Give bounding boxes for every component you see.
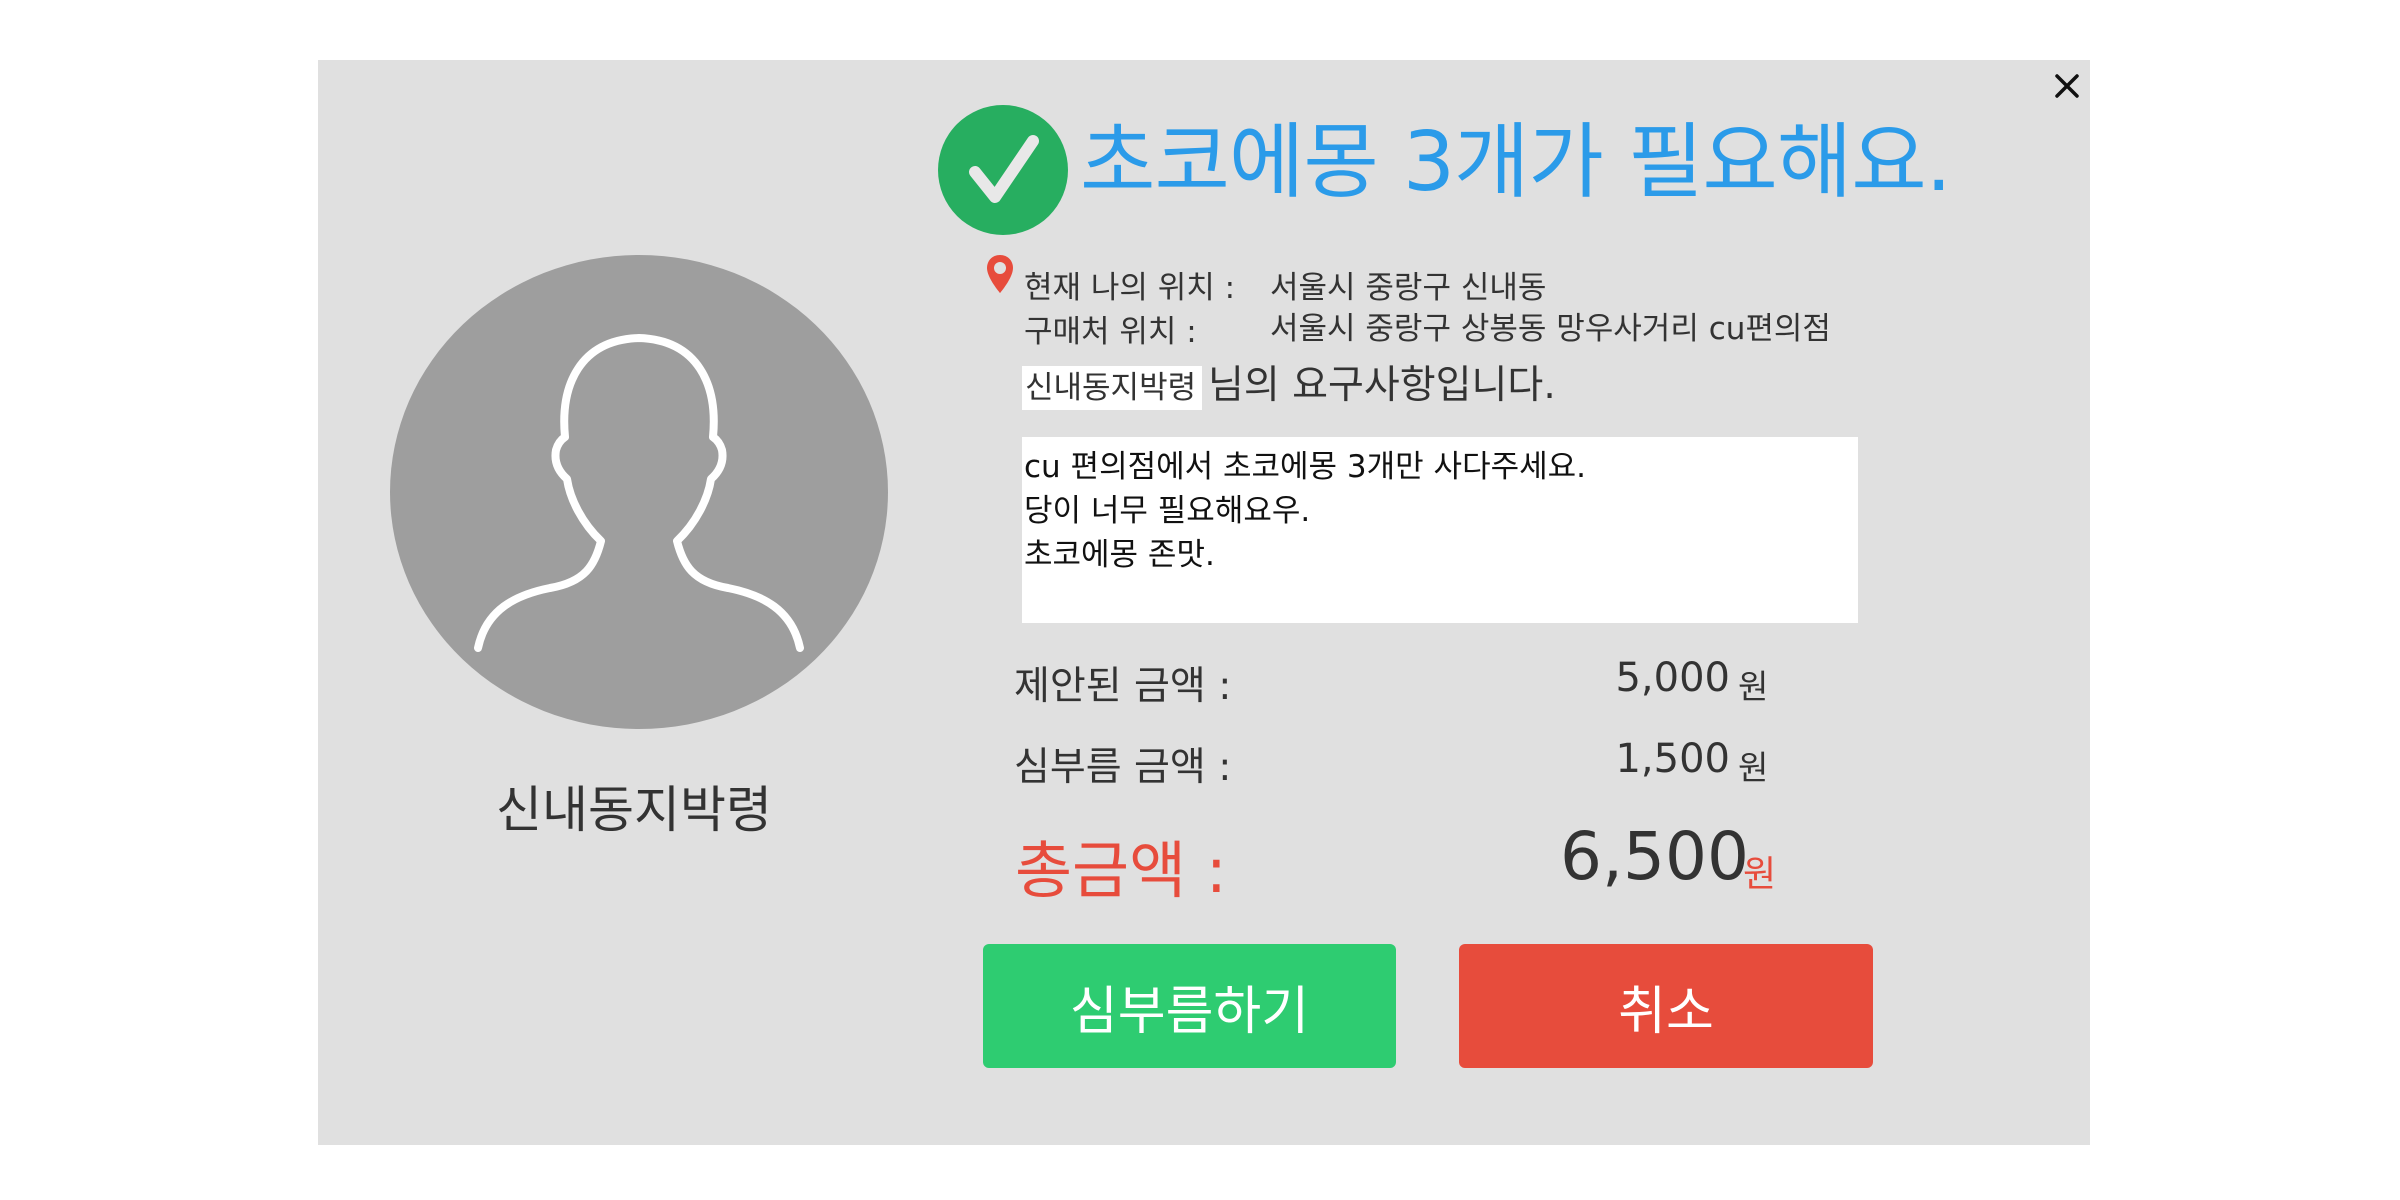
accept-errand-button[interactable]: 심부름하기 [983,944,1396,1068]
fee-amount-value: 1,500 [1615,736,1730,782]
cancel-button[interactable]: 취소 [1459,944,1873,1068]
total-amount-label: 총금액 : [1015,834,1227,907]
request-line: 당이 너무 필요해요우. [1024,493,1311,529]
current-location-label: 현재 나의 위치 : [1024,270,1236,306]
proposed-amount-label: 제안된 금액 : [1014,664,1232,709]
store-location-value: 서울시 중랑구 상봉동 망우사거리 cu편의점 [1270,311,1831,347]
close-icon[interactable] [2045,64,2089,108]
total-amount-currency: 원 [1743,854,1777,895]
total-amount-value: 6,500 [1560,818,1749,895]
fee-amount-currency: 원 [1738,748,1769,787]
user-avatar [390,255,888,729]
accept-errand-label: 심부름하기 [1069,981,1310,1042]
check-circle-icon [938,105,1068,235]
current-location-value: 서울시 중랑구 신내동 [1270,270,1547,306]
fee-amount-label: 심부름 금액 : [1014,745,1232,790]
request-line: cu 편의점에서 초코에몽 3개만 사다주세요. [1024,449,1587,485]
dialog-title: 초코에몽 3개가 필요해요. [1080,115,1952,210]
proposed-amount-value: 5,000 [1615,655,1730,701]
user-name: 신내동지박령 [496,781,772,839]
request-line: 초코에몽 존맛. [1024,537,1215,573]
location-pin-icon [987,255,1013,293]
store-location-label: 구매처 위치 : [1024,314,1197,350]
request-heading: 님의 요구사항입니다. [1208,363,1556,408]
requester-name: 신내동지박령 [1022,366,1203,410]
cancel-label: 취소 [1618,981,1714,1042]
proposed-amount-currency: 원 [1738,667,1769,706]
